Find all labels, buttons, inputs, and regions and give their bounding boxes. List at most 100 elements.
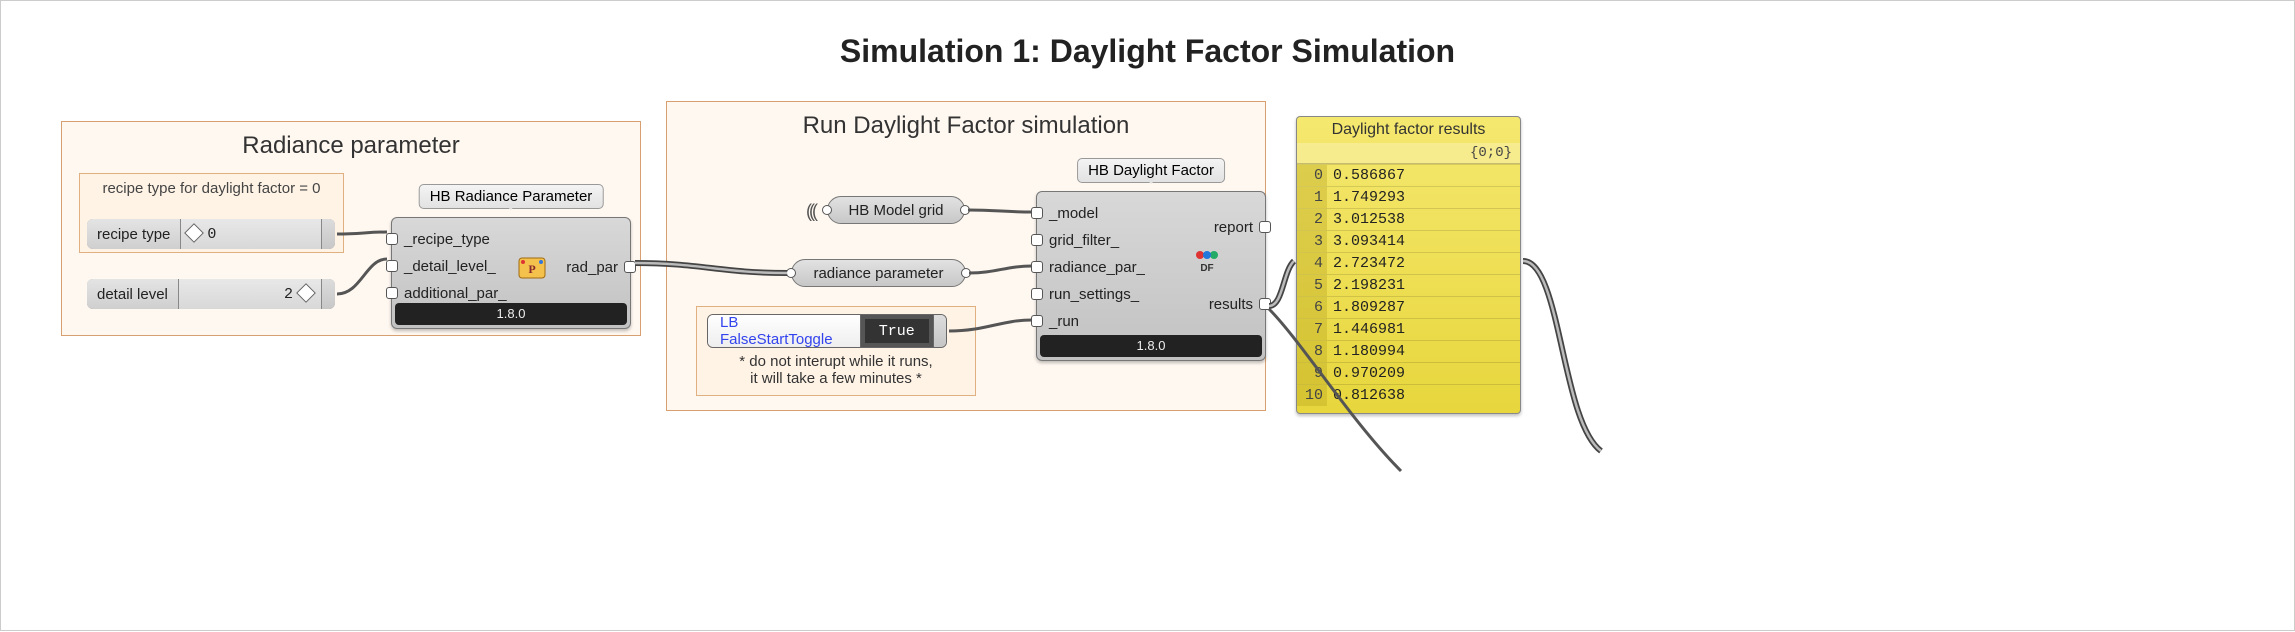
results-rows: 00.586867 11.749293 23.012538 33.093414 …: [1297, 164, 1520, 406]
receiver-icon: (((: [806, 201, 815, 222]
row-index: 5: [1297, 275, 1327, 296]
results-row: 11.749293: [1297, 186, 1520, 208]
port-in[interactable]: [386, 233, 398, 245]
port-in[interactable]: [1031, 234, 1043, 246]
input-run: _run: [1049, 313, 1079, 330]
df-outputs: report results: [1209, 214, 1253, 318]
relay-radiance-parameter[interactable]: radiance parameter: [791, 259, 966, 287]
node-hb-radiance-parameter[interactable]: HB Radiance Parameter _recipe_type _deta…: [391, 217, 631, 329]
port-out[interactable]: [624, 261, 636, 273]
port-out[interactable]: [1259, 298, 1271, 310]
row-value: 3.012538: [1327, 209, 1520, 230]
results-row: 61.809287: [1297, 296, 1520, 318]
row-value: 0.586867: [1327, 165, 1520, 186]
row-value: 1.749293: [1327, 187, 1520, 208]
radiance-outputs: rad_par: [566, 254, 618, 281]
port-in[interactable]: [1031, 315, 1043, 327]
recipe-hint-text: recipe type for daylight factor = 0: [80, 180, 343, 197]
slider-recipe-value: 0: [207, 226, 216, 243]
results-row: 42.723472: [1297, 252, 1520, 274]
diamond-icon[interactable]: [296, 283, 316, 303]
input-detail-level: _detail_level_: [404, 258, 496, 275]
slider-detail-value: 2: [284, 286, 293, 303]
row-index: 6: [1297, 297, 1327, 318]
row-index: 2: [1297, 209, 1327, 230]
input-model: _model: [1049, 205, 1098, 222]
row-index: 7: [1297, 319, 1327, 340]
slider-recipe-label: recipe type: [87, 219, 181, 249]
toggle-value[interactable]: True: [861, 315, 933, 347]
port-in[interactable]: [1031, 288, 1043, 300]
row-index: 4: [1297, 253, 1327, 274]
results-tree-header: {0;0}: [1297, 143, 1520, 164]
row-index: 3: [1297, 231, 1327, 252]
input-grid-filter: grid_filter_: [1049, 232, 1119, 249]
relay-radiance-param-label: radiance parameter: [813, 265, 943, 282]
relay-model-grid-label: HB Model grid: [848, 202, 943, 219]
port-out[interactable]: [961, 268, 971, 278]
results-row: 23.012538: [1297, 208, 1520, 230]
row-index: 0: [1297, 165, 1327, 186]
toggle-false-start[interactable]: LB FalseStartToggle True: [707, 314, 947, 348]
radiance-inputs: _recipe_type _detail_level_ additional_p…: [404, 226, 507, 307]
group-run-title: Run Daylight Factor simulation: [667, 112, 1265, 140]
port-in[interactable]: [822, 205, 832, 215]
svg-text:P: P: [528, 262, 535, 276]
toggle-warning-note: * do not interupt while it runs, it will…: [696, 353, 976, 387]
row-index: 9: [1297, 363, 1327, 384]
slider-detail-track[interactable]: 2: [179, 279, 321, 309]
port-in[interactable]: [386, 260, 398, 272]
input-additional-par: additional_par_: [404, 285, 507, 302]
port-out[interactable]: [1259, 221, 1271, 233]
slider-detail-level[interactable]: detail level 2: [87, 279, 335, 309]
row-value: 0.812638: [1327, 385, 1520, 406]
port-in[interactable]: [1031, 261, 1043, 273]
node-tag-df: HB Daylight Factor: [1077, 158, 1225, 183]
input-radiance-par: radiance_par_: [1049, 259, 1145, 276]
results-title: Daylight factor results: [1297, 117, 1520, 143]
slider-grip[interactable]: [321, 219, 335, 249]
row-value: 0.970209: [1327, 363, 1520, 384]
group-radiance-title: Radiance parameter: [62, 132, 640, 160]
row-index: 1: [1297, 187, 1327, 208]
radiance-version: 1.8.0: [395, 303, 627, 325]
slider-grip[interactable]: [321, 279, 335, 309]
port-in[interactable]: [386, 287, 398, 299]
toggle-note-line1: * do not interupt while it runs,: [696, 353, 976, 370]
diamond-icon[interactable]: [184, 223, 204, 243]
results-row: 100.812638: [1297, 384, 1520, 406]
panel-daylight-factor-results[interactable]: Daylight factor results {0;0} 00.586867 …: [1296, 116, 1521, 414]
slider-detail-label: detail level: [87, 279, 179, 309]
port-out[interactable]: [960, 205, 970, 215]
results-row: 00.586867: [1297, 164, 1520, 186]
output-results: results: [1209, 296, 1253, 313]
slider-recipe-type[interactable]: recipe type 0: [87, 219, 335, 249]
row-index: 8: [1297, 341, 1327, 362]
results-row: 71.446981: [1297, 318, 1520, 340]
df-inputs: _model grid_filter_ radiance_par_ run_se…: [1049, 200, 1145, 335]
input-run-settings: run_settings_: [1049, 286, 1139, 303]
node-tag-radiance: HB Radiance Parameter: [419, 184, 604, 209]
input-recipe-type: _recipe_type: [404, 231, 490, 248]
node-hb-daylight-factor[interactable]: HB Daylight Factor _model grid_filter_ r…: [1036, 191, 1266, 361]
toggle-label: LB FalseStartToggle: [708, 315, 861, 347]
row-index: 10: [1297, 385, 1327, 406]
output-rad-par: rad_par: [566, 259, 618, 276]
results-row: 52.198231: [1297, 274, 1520, 296]
hb-radiance-icon: P: [517, 254, 547, 282]
port-in[interactable]: [1031, 207, 1043, 219]
results-row: 81.180994: [1297, 340, 1520, 362]
results-row: 90.970209: [1297, 362, 1520, 384]
slider-recipe-track[interactable]: 0: [181, 219, 321, 249]
row-value: 2.723472: [1327, 253, 1520, 274]
port-in[interactable]: [786, 268, 796, 278]
row-value: 2.198231: [1327, 275, 1520, 296]
row-value: 3.093414: [1327, 231, 1520, 252]
relay-hb-model-grid[interactable]: ((( HB Model grid: [827, 196, 965, 224]
toggle-grip[interactable]: [933, 315, 946, 347]
page-title: Simulation 1: Daylight Factor Simulation: [1, 33, 2294, 70]
row-value: 1.446981: [1327, 319, 1520, 340]
canvas[interactable]: Simulation 1: Daylight Factor Simulation…: [0, 0, 2295, 631]
row-value: 1.180994: [1327, 341, 1520, 362]
results-row: 33.093414: [1297, 230, 1520, 252]
